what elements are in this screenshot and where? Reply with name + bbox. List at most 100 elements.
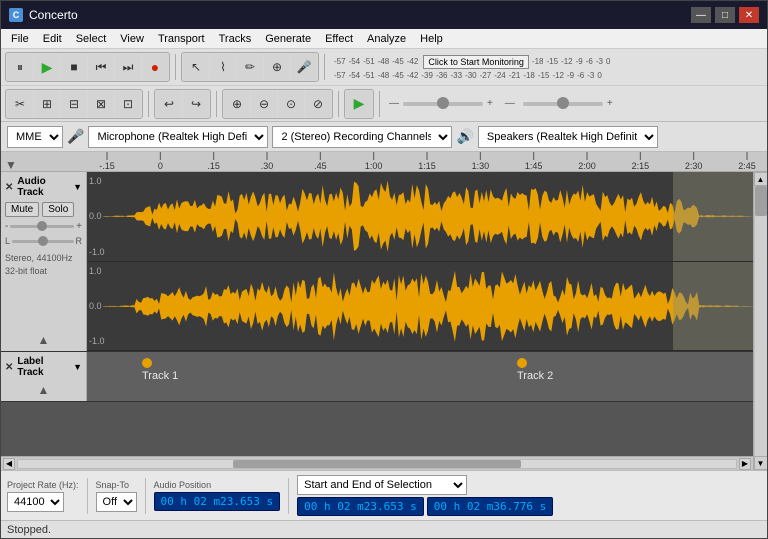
track-info: Stereo, 44100Hz 32-bit float [5,252,82,277]
svg-text:0: 0 [158,161,163,171]
envelope-tool-button[interactable]: ⌇ [210,54,236,80]
trim-button[interactable]: ⊠ [88,91,114,117]
selection-mode-select[interactable]: Start and End of Selection [297,475,467,495]
track-info-line1: Stereo, 44100Hz [5,252,82,265]
record-button[interactable]: ● [142,54,168,80]
label-track-expand-button[interactable]: ▲ [5,383,82,397]
menu-transport[interactable]: Transport [152,32,211,46]
zoom-in-button[interactable]: ⊕ [224,91,250,117]
h-scroll-right-button[interactable]: ▶ [739,458,751,470]
gain-slider-thumb[interactable] [437,97,449,109]
paste-button[interactable]: ⊟ [61,91,87,117]
fit-selection-button[interactable]: ⊘ [305,91,331,117]
next-button[interactable]: ⏭ [115,54,141,80]
edit-tools: ✂ ⊞ ⊟ ⊠ ⊡ [5,89,143,119]
zoom-out-button[interactable]: ⊖ [251,91,277,117]
tempo-slider[interactable] [523,102,603,106]
svg-text:.15: .15 [207,161,220,171]
undo-button[interactable]: ↩ [156,91,182,117]
gain-slider-track[interactable] [10,225,74,228]
h-scroll-track[interactable] [17,459,737,469]
label-track-title-row: ✕ Label Track ▼ [5,356,82,378]
gain-slider[interactable] [403,102,483,106]
monitoring-button[interactable]: Click to Start Monitoring [423,55,529,69]
svg-text:1:00: 1:00 [365,161,383,171]
mute-solo-row: Mute Solo [5,202,82,217]
solo-button[interactable]: Solo [42,202,74,217]
audio-pos-group: Audio Position 00 h 02 m23.653 s [154,480,281,511]
select-tool-button[interactable]: ↖ [183,54,209,80]
menu-view[interactable]: View [114,32,150,46]
selection-start-value[interactable]: 00 h 02 m23.653 s [297,497,424,516]
separator2 [324,54,325,80]
menu-edit[interactable]: Edit [37,32,68,46]
prev-button[interactable]: ⏮ [88,54,114,80]
v-scroll-track[interactable] [755,186,767,456]
label-track-content: Track 1 Track 2 [87,352,753,401]
v-scroll-thumb[interactable] [755,186,767,216]
speaker-icon: 🔊 [456,128,473,145]
vu-meters: -57-54 -51-48 -45-42 Click to Start Moni… [334,55,610,80]
speaker-select[interactable]: Speakers (Realtek High Definiti... [478,126,658,148]
v-scroll-down-button[interactable]: ▼ [754,456,768,470]
audio-track-expand-button[interactable]: ▲ [5,333,82,347]
label-track-collapse-button[interactable]: ▼ [73,362,82,372]
audio-pos-label: Audio Position [154,480,281,490]
project-rate-label: Project Rate (Hz): [7,480,79,490]
pause-button[interactable]: ⏸ [7,54,33,80]
separator5 [338,91,339,117]
menu-effect[interactable]: Effect [319,32,359,46]
snap-to-select[interactable]: Off [96,492,137,512]
v-scroll-up-button[interactable]: ▲ [754,172,768,186]
selection-end-value[interactable]: 00 h 02 m36.776 s [427,497,554,516]
audio-pos-value[interactable]: 00 h 02 m23.653 s [154,492,281,511]
redo-button[interactable]: ↪ [183,91,209,117]
ruler-svg: -.150.15.30.451:001:151:301:452:002:152:… [87,152,767,172]
gain-slider-thumb[interactable] [37,221,47,231]
stop-button[interactable]: ■ [61,54,87,80]
audio-track-close-button[interactable]: ✕ [5,182,13,193]
waveform-svg-2 [103,262,753,351]
menu-tracks[interactable]: Tracks [213,32,258,46]
ch1-scale-top: 1.0 [89,176,102,186]
menu-help[interactable]: Help [414,32,449,46]
playback-button[interactable]: ▶ [346,91,372,117]
menu-generate[interactable]: Generate [259,32,317,46]
h-scroll-thumb[interactable] [233,460,520,468]
zoom-tool-button[interactable]: ⊕ [264,54,290,80]
play-button[interactable]: ▶ [34,54,60,80]
channels-select[interactable]: 2 (Stereo) Recording Channels [272,126,452,148]
toolbar-row1: ⏸ ▶ ■ ⏮ ⏭ ● ↖ ⌇ ✏ ⊕ 🎤 -57-54 - [1,49,767,85]
host-select[interactable]: MME [7,126,63,148]
menu-analyze[interactable]: Analyze [361,32,412,46]
label-track-close-button[interactable]: ✕ [5,362,13,373]
project-rate-select[interactable]: 44100 [7,492,64,512]
tempo-slider-thumb[interactable] [557,97,569,109]
menu-file[interactable]: File [5,32,35,46]
ch1-scale-mid: 0.0 [89,211,102,221]
silence-button[interactable]: ⊡ [115,91,141,117]
tracks-scrollbar: ▲ ▼ [753,172,767,470]
microphone-select[interactable]: Microphone (Realtek High Defi... [88,126,268,148]
pan-slider-thumb[interactable] [38,236,48,246]
copy-button[interactable]: ⊞ [34,91,60,117]
fit-project-button[interactable]: ⊙ [278,91,304,117]
mic-button[interactable]: 🎤 [291,54,317,80]
minimize-button[interactable]: — [691,7,711,23]
audio-track-title-row: ✕ Audio Track ▼ [5,176,82,198]
svg-text:.30: .30 [261,161,274,171]
mute-button[interactable]: Mute [5,202,39,217]
toolbar-row2: ✂ ⊞ ⊟ ⊠ ⊡ ↩ ↪ ⊕ ⊖ ⊙ ⊘ ▶ [1,85,767,121]
menu-select[interactable]: Select [70,32,113,46]
timeline-arrow-icon[interactable]: ▼ [5,158,17,172]
snap-to-label: Snap-To [96,480,137,490]
cut-button[interactable]: ✂ [7,91,33,117]
close-button[interactable]: ✕ [739,7,759,23]
audio-track-collapse-button[interactable]: ▼ [73,182,82,192]
pan-slider[interactable] [12,240,73,243]
draw-tool-button[interactable]: ✏ [237,54,263,80]
h-scroll-left-button[interactable]: ◀ [3,458,15,470]
zoom-tools: ⊕ ⊖ ⊙ ⊘ [222,89,333,119]
maximize-button[interactable]: □ [715,7,735,23]
project-rate-group: Project Rate (Hz): 44100 [7,480,79,512]
